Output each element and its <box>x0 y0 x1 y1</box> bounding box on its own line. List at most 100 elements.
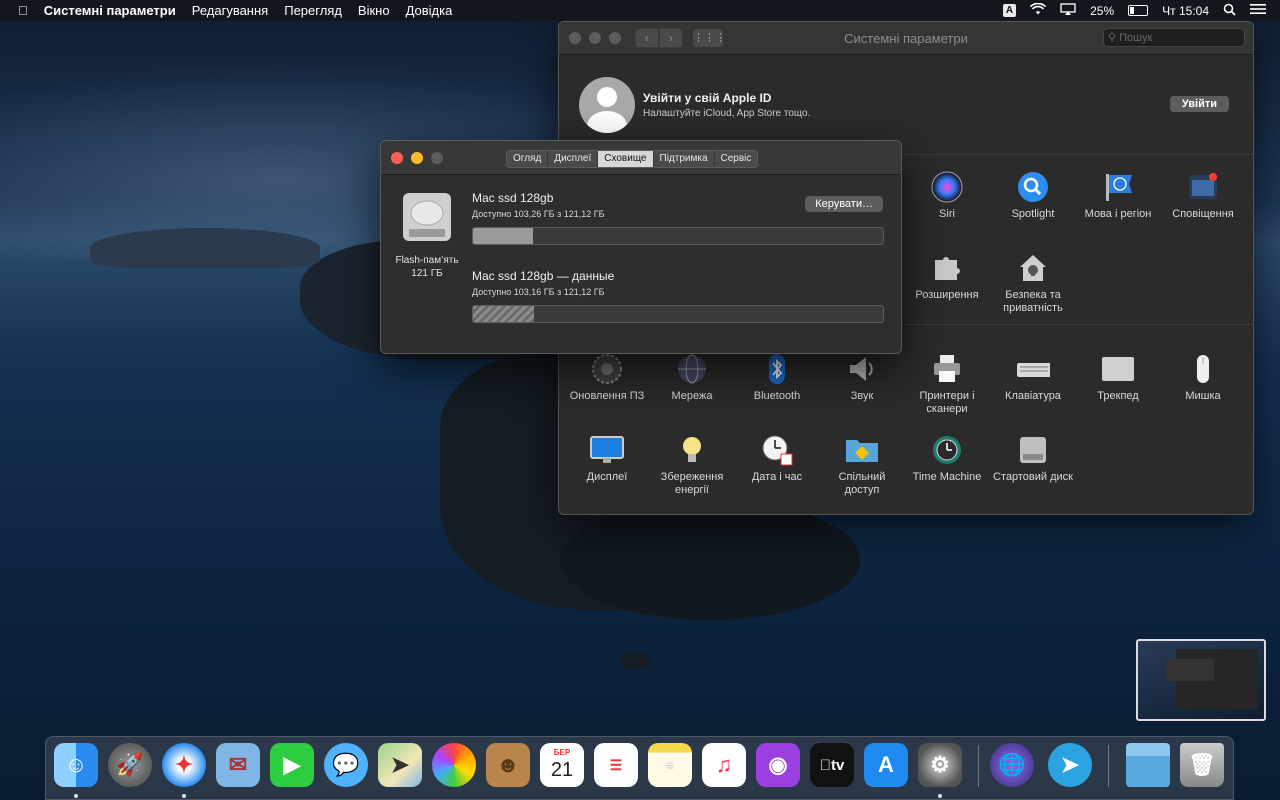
menu-view[interactable]: Перегляд <box>276 0 350 21</box>
pref-label: Мишка <box>1185 390 1221 402</box>
island-rock <box>90 228 320 268</box>
pref-label: Розширення <box>915 289 979 301</box>
volume-2: Mac ssd 128gb — данные Доступно 103,16 Г… <box>472 269 884 323</box>
menu-help[interactable]: Довідка <box>398 0 461 21</box>
close-button[interactable] <box>391 152 403 164</box>
pref-spotlight[interactable]: Spotlight <box>993 170 1073 221</box>
safari-icon[interactable]: ✦ <box>162 743 206 787</box>
photos-icon[interactable] <box>432 743 476 787</box>
contacts-icon[interactable]: ☻ <box>486 743 530 787</box>
pref-trackpad[interactable]: Трекпед <box>1078 352 1158 403</box>
gear-icon <box>590 352 624 386</box>
launchpad-icon[interactable]: 🚀 <box>108 743 152 787</box>
menubar-clock[interactable]: Чт 15:04 <box>1162 4 1209 18</box>
pref-sharing[interactable]: Спільний доступ <box>822 433 902 497</box>
tv-icon[interactable]: tv <box>810 743 854 787</box>
pref-siri[interactable]: Siri <box>907 170 987 221</box>
globe-icon <box>675 352 709 386</box>
dock-separator <box>1108 745 1109 787</box>
sign-in-button[interactable]: Увійти <box>1169 96 1229 112</box>
pref-label: Bluetooth <box>753 390 801 402</box>
close-button[interactable] <box>569 32 581 44</box>
pref-network[interactable]: Мережа <box>652 352 732 403</box>
podcasts-icon[interactable]: ◉ <box>756 743 800 787</box>
pref-displays[interactable]: Дисплеї <box>567 433 647 484</box>
pref-label: Безпека та приватність <box>1003 289 1063 314</box>
running-indicator <box>938 794 942 798</box>
volume-available: Доступно 103,16 ГБ з 121,12 ГБ <box>472 287 605 297</box>
minimize-button[interactable] <box>411 152 423 164</box>
pref-startup-disk[interactable]: Стартовий диск <box>993 433 1073 484</box>
back-button[interactable]: ‹ <box>635 28 659 48</box>
volume-1: Mac ssd 128gb Доступно 103,26 ГБ з 121,1… <box>472 191 884 245</box>
about-this-mac-window: Огляд Дисплеї Сховище Підтримка Сервіс F… <box>380 140 902 354</box>
pref-extensions[interactable]: Розширення <box>907 251 987 302</box>
reminders-icon[interactable]: ☰ <box>594 743 638 787</box>
menu-edit[interactable]: Редагування <box>184 0 277 21</box>
window-titlebar: ‹ › ⋮⋮⋮ Системні параметри ⚲ Пошук <box>559 22 1253 55</box>
tab-support[interactable]: Підтримка <box>653 151 715 167</box>
search-field[interactable]: ⚲ Пошук <box>1103 28 1245 47</box>
pref-label: Спільний доступ <box>838 471 886 496</box>
dock: ☺ 🚀 ✦ ✉ ▶ 💬 ➤ ☻ БЕР 21 ☰ ≡ ♫ ◉ tv A ⚙ 🌐… <box>45 736 1234 800</box>
tab-storage[interactable]: Сховище <box>598 151 654 167</box>
forward-button[interactable]: › <box>659 28 683 48</box>
siri-icon <box>930 170 964 204</box>
menu-app-name[interactable]: Системні параметри <box>36 0 184 21</box>
maps-icon[interactable]: ➤ <box>378 743 422 787</box>
music-icon[interactable]: ♫ <box>702 743 746 787</box>
pref-mouse[interactable]: Мишка <box>1163 352 1243 403</box>
island-rock <box>560 500 860 620</box>
apple-id-section: Увійти у свій Apple ID Налаштуйте iCloud… <box>579 74 1229 136</box>
folder-icon[interactable] <box>1126 743 1170 787</box>
battery-percent[interactable]: 25% <box>1090 4 1114 18</box>
trash-icon[interactable]: 🗑 <box>1180 743 1224 787</box>
network-radar-icon[interactable]: 🌐 <box>990 743 1034 787</box>
search-icon: ⚲ <box>1108 32 1117 44</box>
storage-used-fill <box>473 306 534 322</box>
control-center-icon[interactable] <box>1250 3 1266 18</box>
wifi-icon[interactable] <box>1030 2 1047 18</box>
minimize-button[interactable] <box>589 32 601 44</box>
finder-icon[interactable]: ☺ <box>54 743 98 787</box>
tab-overview[interactable]: Огляд <box>507 151 549 167</box>
tab-displays[interactable]: Дисплеї <box>548 151 599 167</box>
display-icon <box>590 433 624 467</box>
apple-menu-icon[interactable]:  <box>0 0 36 21</box>
spotlight-search-icon[interactable] <box>1223 3 1236 19</box>
pref-sound[interactable]: Звук <box>822 352 902 403</box>
mail-icon[interactable]: ✉ <box>216 743 260 787</box>
pref-software-update[interactable]: Оновлення ПЗ <box>567 352 647 403</box>
screenshot-thumbnail[interactable] <box>1136 639 1266 721</box>
battery-icon[interactable] <box>1128 5 1149 16</box>
pref-keyboard[interactable]: Клавіатура <box>993 352 1073 403</box>
calendar-icon[interactable]: БЕР 21 <box>540 743 584 787</box>
volume-name: Mac ssd 128gb <box>472 191 554 205</box>
input-source-icon[interactable]: A <box>1002 4 1017 17</box>
pref-energy-saver[interactable]: Збереження енергії <box>652 433 732 497</box>
telegram-icon[interactable]: ➤ <box>1048 743 1092 787</box>
show-all-grid-icon[interactable]: ⋮⋮⋮ <box>693 29 726 47</box>
zoom-button[interactable] <box>431 152 443 164</box>
messages-icon[interactable]: 💬 <box>324 743 368 787</box>
pref-time-machine[interactable]: Time Machine <box>907 433 987 484</box>
pref-date-time[interactable]: Дата і час <box>737 433 817 484</box>
calendar-month: БЕР <box>553 748 571 757</box>
appstore-icon[interactable]: A <box>864 743 908 787</box>
menu-window[interactable]: Вікно <box>350 0 398 21</box>
zoom-button[interactable] <box>609 32 621 44</box>
pref-notifications[interactable]: Сповіщення <box>1163 170 1243 221</box>
facetime-icon[interactable]: ▶ <box>270 743 314 787</box>
disk-label: Flash-пам’ять 121 ГБ <box>389 254 465 280</box>
spotlight-icon <box>1016 170 1050 204</box>
pref-security[interactable]: Безпека та приватність <box>993 251 1073 315</box>
pref-label: Принтери і сканери <box>919 390 975 415</box>
system-preferences-icon[interactable]: ⚙ <box>918 743 962 787</box>
pref-bluetooth[interactable]: Bluetooth <box>737 352 817 403</box>
tab-service[interactable]: Сервіс <box>714 151 758 167</box>
notes-icon[interactable]: ≡ <box>648 743 692 787</box>
pref-language-region[interactable]: Мова і регіон <box>1078 170 1158 221</box>
storage-used-fill <box>473 228 534 244</box>
airplay-icon[interactable] <box>1060 3 1076 18</box>
pref-printers[interactable]: Принтери і сканери <box>907 352 987 416</box>
